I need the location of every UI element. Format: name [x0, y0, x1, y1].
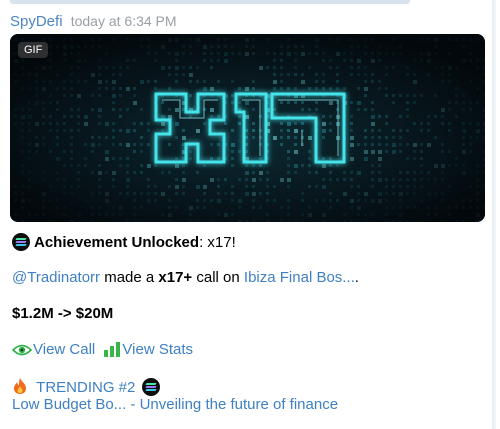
achievement-label: Achievement Unlocked	[34, 234, 200, 251]
gif-media[interactable]: GIF	[10, 34, 485, 222]
token-suffix: .	[354, 269, 359, 286]
trending-label: TRENDING #2	[36, 379, 136, 396]
bubble-edge	[492, 0, 496, 429]
fire-icon	[14, 378, 26, 394]
sol-icon	[141, 378, 160, 396]
call-multiplier: x17+	[158, 269, 193, 286]
trending-token-link[interactable]: Low Budget Bo... - Unveiling the future …	[12, 396, 338, 413]
achievement-value: : x17!	[199, 234, 236, 251]
view-call-link[interactable]: View Call	[12, 341, 99, 358]
chart-icon	[104, 342, 121, 357]
previous-message-edge	[10, 0, 410, 4]
call-on-text: call on	[192, 269, 244, 286]
trending-line: TRENDING #2	[12, 377, 164, 396]
market-cap-line: $1.2M -> $20M	[12, 305, 114, 322]
actions-line: View Call View Stats	[12, 341, 193, 358]
view-call-label: View Call	[33, 341, 96, 358]
eye-icon	[12, 344, 32, 356]
view-stats-link[interactable]: View Stats	[103, 341, 193, 358]
gif-badge: GIF	[18, 42, 49, 58]
gif-image	[10, 34, 485, 222]
call-line: @Tradinatorr made a x17+ call on Ibiza F…	[12, 269, 359, 286]
achievement-line: Achievement Unlocked: x17!	[12, 233, 236, 251]
message-timestamp: today at 6:34 PM	[70, 13, 177, 29]
message-header: SpyDefi today at 6:34 PM	[10, 13, 177, 30]
sender-name[interactable]: SpyDefi	[10, 13, 63, 30]
user-mention-link[interactable]: @Tradinatorr	[12, 269, 100, 286]
view-stats-label: View Stats	[122, 341, 194, 358]
message-bubble: SpyDefi today at 6:34 PM GIF Achievement…	[0, 0, 496, 429]
made-text: made a	[100, 269, 159, 286]
token-link[interactable]: Ibiza Final Bos...	[244, 269, 355, 286]
sol-icon	[12, 233, 30, 251]
